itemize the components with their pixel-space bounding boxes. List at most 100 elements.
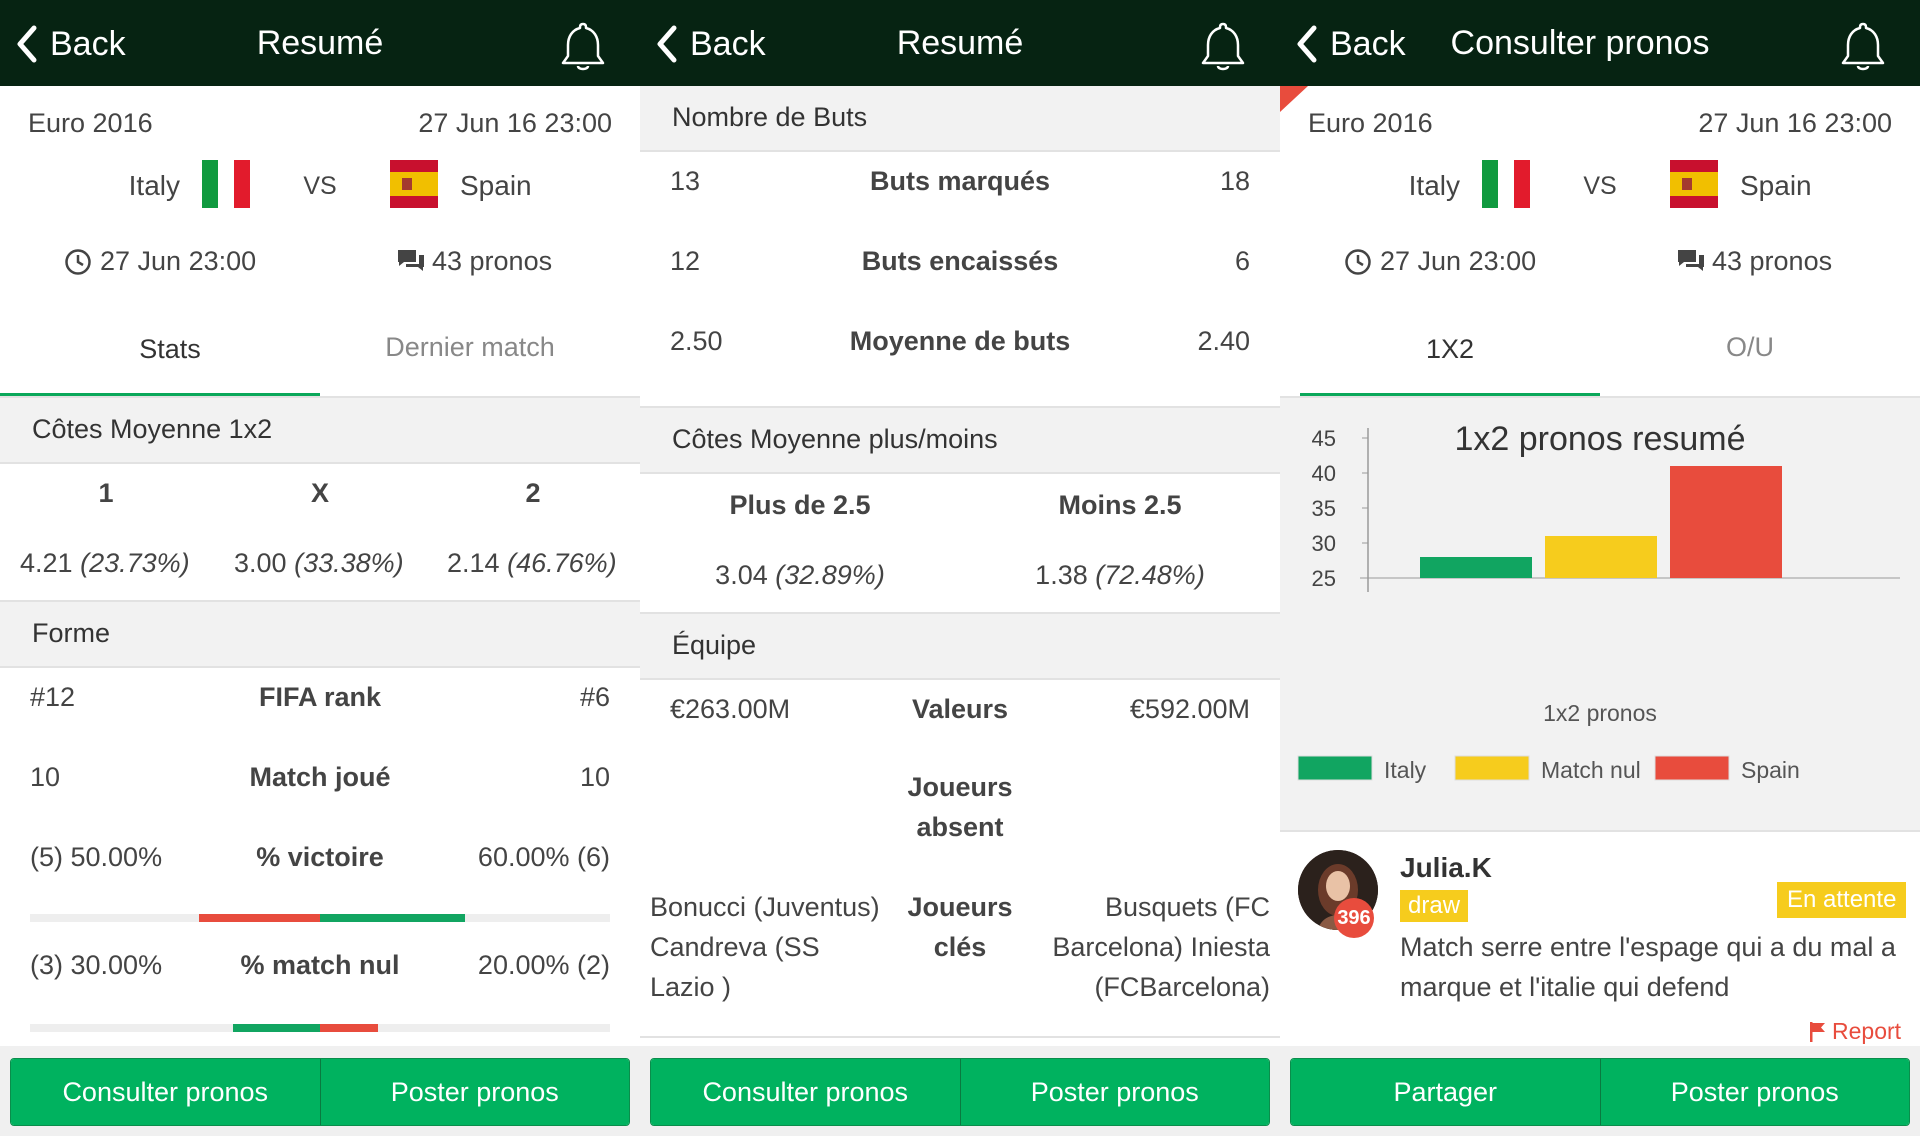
italy-flag-icon [202, 160, 250, 208]
divider [0, 666, 640, 668]
app-screens: Back Resumé Euro 2016 27 Jun 16 23:00 It… [0, 0, 1920, 1136]
page-title: Resumé [256, 24, 384, 62]
page-title: Resumé [896, 24, 1024, 62]
bar-match-nul [1545, 536, 1657, 578]
corner-ribbon [1280, 86, 1308, 112]
y-tick-label: 35 [1312, 496, 1336, 521]
bottom-actions: Consulter pronos Poster pronos [10, 1058, 630, 1126]
draw-away-bar [320, 1024, 378, 1032]
scored-label: Buts marqués [869, 166, 1051, 196]
team-section-title: Équipe [672, 630, 757, 660]
pronos-count: 43 pronos [432, 246, 553, 276]
odds-col-1: 1 [98, 478, 114, 508]
win-away: 60.00% (6) [477, 842, 610, 872]
divider [0, 462, 640, 464]
partager-button[interactable]: Partager [1291, 1059, 1600, 1125]
bell-icon[interactable] [1838, 20, 1888, 74]
conceded-home: 12 [670, 246, 701, 276]
divider [640, 472, 1280, 474]
ou-section-header: Côtes Moyenne plus/moins [640, 408, 1280, 472]
vs-label: VS [1583, 172, 1617, 200]
home-team-name: Italy [128, 170, 180, 201]
played-home: 10 [30, 762, 61, 792]
competition-label: Euro 2016 [1308, 108, 1433, 138]
report-label: Report [1832, 1018, 1902, 1044]
back-button[interactable]: Back [654, 22, 766, 66]
key-home-line-3: Lazio ) [650, 972, 732, 1002]
y-tick-label: 40 [1312, 461, 1336, 486]
back-button[interactable]: Back [14, 22, 126, 66]
tab-ou[interactable]: O/U [1600, 332, 1900, 363]
win-compare-bar [30, 914, 610, 922]
key-away-line-2: Barcelona) Iniesta [1052, 932, 1270, 962]
avg-home: 2.50 [670, 326, 723, 356]
bottom-actions: Partager Poster pronos [1290, 1058, 1910, 1126]
played-away: 10 [579, 762, 610, 792]
consulter-pronos-button[interactable]: Consulter pronos [651, 1059, 960, 1125]
odds-col-2: 2 [525, 478, 541, 508]
page-title: Consulter pronos [1450, 24, 1710, 62]
divider [1280, 830, 1920, 832]
status-badge: En attente [1777, 882, 1907, 918]
tab-dernier-match[interactable]: Dernier match [320, 332, 620, 363]
legend-label: Spain [1741, 757, 1800, 783]
y-tick-label: 30 [1312, 531, 1336, 556]
consulter-pronos-button[interactable]: Consulter pronos [11, 1059, 320, 1125]
y-tick-label: 45 [1312, 426, 1336, 451]
odds-section-header: Côtes Moyenne 1x2 [0, 398, 640, 462]
bottom-actions: Consulter pronos Poster pronos [650, 1058, 1270, 1126]
match-time: 27 Jun 23:00 [1380, 246, 1537, 276]
header-bar: Back Resumé [0, 0, 640, 86]
conceded-away: 6 [1234, 246, 1250, 276]
back-button[interactable]: Back [1294, 22, 1406, 66]
bell-icon[interactable] [1198, 20, 1248, 74]
flag-icon [1810, 1021, 1825, 1042]
draw-home-bar [233, 1024, 320, 1032]
key-home-line-2: Candreva (SS [650, 932, 820, 962]
odds-value-1: 4.21 (23.73%) [20, 548, 190, 578]
legend-label: Italy [1384, 757, 1427, 783]
bell-icon[interactable] [558, 20, 608, 74]
rank-label: FIFA rank [258, 682, 382, 712]
consulter-pronos-screen: Back Consulter pronos Euro 2016 27 Jun 1… [1280, 0, 1920, 1136]
chart-xlabel: 1x2 pronos [1543, 700, 1657, 726]
chart-legend: Italy Match nul Spain [1297, 755, 1800, 783]
header-bar: Back Consulter pronos [1280, 0, 1920, 86]
chevron-left-icon [17, 25, 37, 63]
form-section-header: Forme [0, 602, 640, 666]
team-section-header: Équipe [640, 614, 1280, 678]
draw-home: (3) 30.00% [30, 950, 163, 980]
back-label: Back [50, 24, 126, 63]
comment-text-line-2: marque et l'italie qui defend [1400, 972, 1730, 1002]
bar-italy [1420, 557, 1532, 578]
conceded-label: Buts encaissés [861, 246, 1059, 276]
pronos-chart-panel: 1x2 pronos resumé 45 40 35 30 25 1x2 pronos … [1280, 398, 1920, 830]
absent-label-line-2: absent [916, 812, 1004, 842]
ou-section-title: Côtes Moyenne plus/moins [672, 424, 998, 454]
tab-1x2[interactable]: 1X2 [1300, 334, 1600, 365]
poster-pronos-button[interactable]: Poster pronos [959, 1059, 1269, 1125]
key-away-line-3: (FCBarcelona) [1094, 972, 1270, 1002]
tab-stats[interactable]: Stats [0, 334, 340, 365]
divider [640, 1036, 1280, 1038]
competition-label: Euro 2016 [28, 108, 153, 138]
legend-swatch [1654, 755, 1730, 781]
minus-label: Moins 2.5 [1058, 490, 1182, 520]
chart-bars [1420, 466, 1782, 578]
chat-icon [398, 250, 424, 271]
poster-pronos-button[interactable]: Poster pronos [1599, 1059, 1909, 1125]
rank-home: #12 [30, 682, 76, 712]
match-datetime: 27 Jun 16 23:00 [418, 108, 612, 138]
draw-away: 20.00% (2) [477, 950, 610, 980]
absent-label-line-1: Joueurs [907, 772, 1013, 802]
resume-details-screen: Back Resumé Nombre de Buts 13 Buts marqu… [640, 0, 1280, 1136]
poster-pronos-button[interactable]: Poster pronos [319, 1059, 629, 1125]
odds-value-x: 3.00 (33.38%) [234, 548, 404, 578]
minus-value: 1.38 (72.48%) [1035, 560, 1205, 590]
win-home: (5) 50.00% [30, 842, 163, 872]
chart-title: 1x2 pronos resumé [1454, 420, 1745, 458]
plus-label: Plus de 2.5 [729, 490, 871, 520]
comment-username[interactable]: Julia.K [1400, 852, 1492, 884]
chevron-left-icon [657, 25, 677, 63]
report-link[interactable]: Report [1808, 1018, 1901, 1045]
